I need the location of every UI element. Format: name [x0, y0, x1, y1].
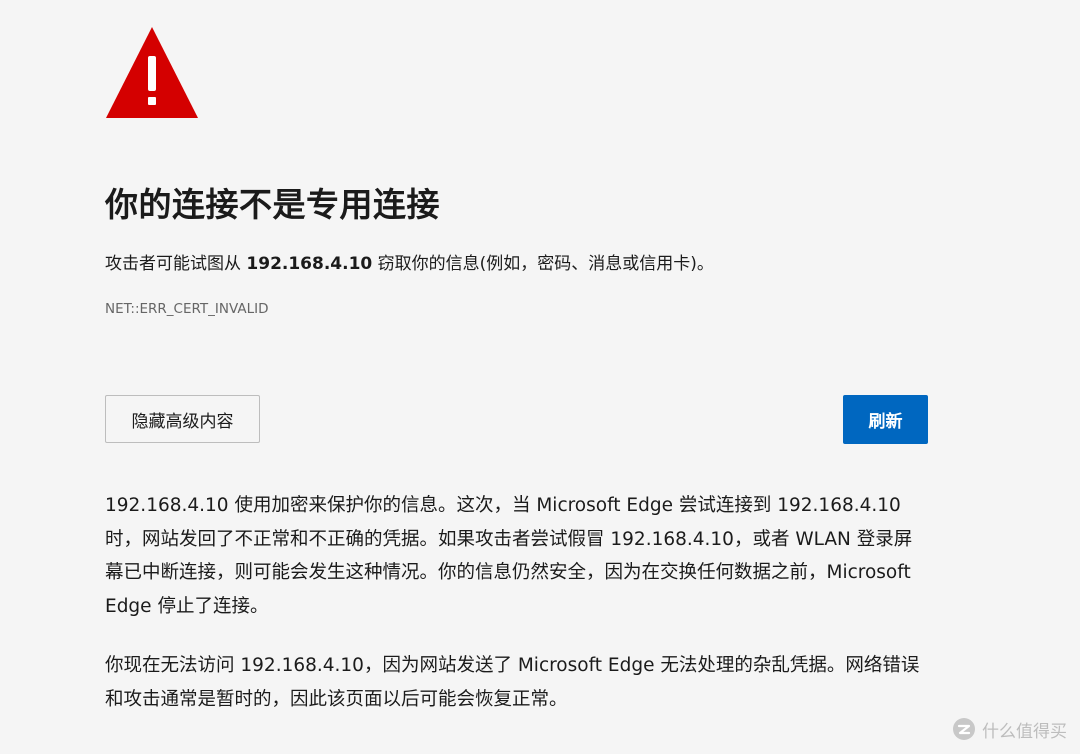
zhi-logo-icon — [953, 718, 975, 740]
warning-triangle-icon — [106, 27, 198, 118]
details-paragraph-1: 192.168.4.10 使用加密来保护你的信息。这次，当 Microsoft … — [105, 495, 913, 617]
summary-host: 192.168.4.10 — [246, 254, 373, 274]
watermark-text: 什么值得买 — [982, 721, 1067, 742]
advanced-details: 192.168.4.10 使用加密来保护你的信息。这次，当 Microsoft … — [105, 489, 930, 742]
warning-summary: 攻击者可能试图从 192.168.4.10 窃取你的信息(例如，密码、消息或信用… — [105, 249, 714, 274]
error-code: NET::ERR_CERT_INVALID — [105, 301, 269, 317]
details-paragraph-2: 你现在无法访问 192.168.4.10，因为网站发送了 Microsoft E… — [105, 655, 920, 710]
watermark: 什么值得买 — [952, 714, 1067, 744]
refresh-button[interactable]: 刷新 — [843, 395, 928, 444]
hide-advanced-button[interactable]: 隐藏高级内容 — [105, 395, 260, 443]
error-page: 你的连接不是专用连接 攻击者可能试图从 192.168.4.10 窃取你的信息(… — [0, 0, 1080, 754]
summary-suffix: 窃取你的信息(例如，密码、消息或信用卡)。 — [372, 254, 714, 274]
summary-prefix: 攻击者可能试图从 — [105, 254, 247, 274]
page-title: 你的连接不是专用连接 — [105, 185, 440, 224]
